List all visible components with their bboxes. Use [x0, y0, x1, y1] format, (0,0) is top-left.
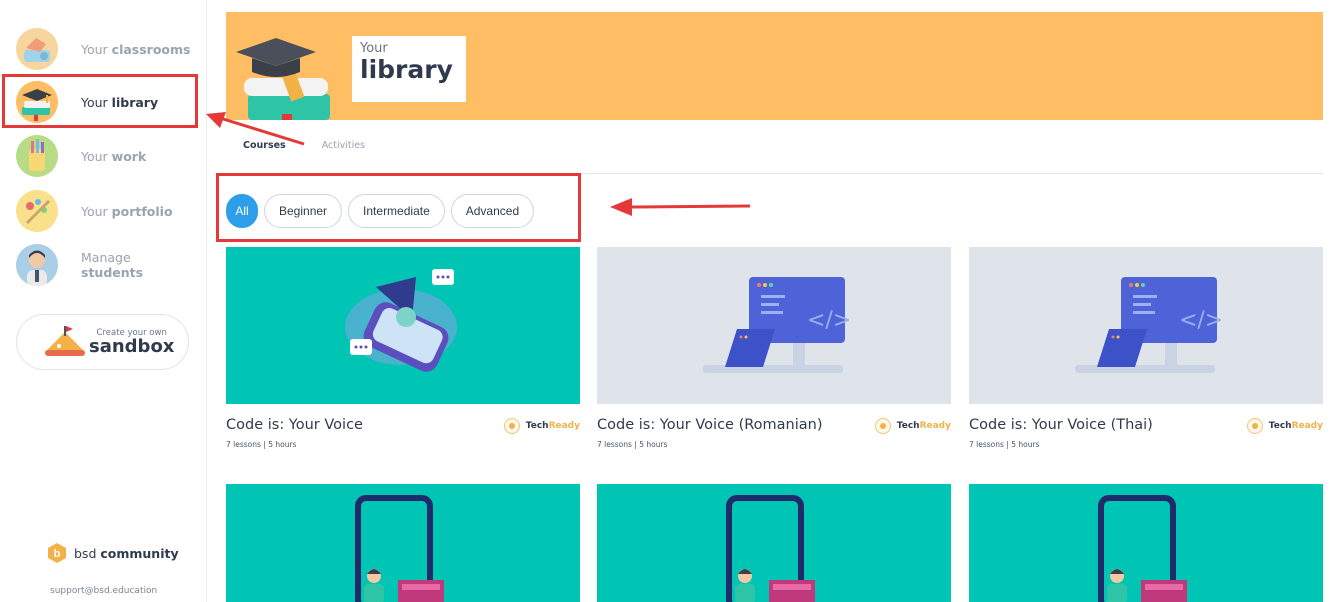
techready-badge: Tech Ready — [503, 418, 580, 434]
support-email-link[interactable]: support@bsd.education — [50, 586, 157, 596]
svg-text:</>: </> — [807, 308, 851, 333]
sidebar-item-label: work — [111, 148, 147, 164]
code-monitor-illustration-icon: </> — [1075, 277, 1223, 373]
sidebar-item-classrooms[interactable]: Your classrooms — [16, 27, 201, 71]
svg-text:</>: </> — [1179, 308, 1223, 333]
phone-student-illustration-icon — [1098, 495, 1187, 602]
course-thumbnail: </> — [597, 247, 951, 404]
sidebar-item-label-prefix: Manage — [81, 250, 131, 265]
create-sandbox-button[interactable]: Create your own sandbox — [16, 314, 189, 370]
course-card[interactable] — [226, 484, 580, 602]
library-banner: Your library — [226, 12, 1323, 120]
brand-ready: Ready — [548, 421, 580, 431]
community-link[interactable]: b bsd community — [48, 543, 179, 563]
page-title: library — [360, 55, 453, 84]
techready-logo-icon — [1246, 418, 1263, 434]
tab-bar: Courses Activities — [243, 140, 365, 151]
brand-tech: Tech — [1268, 421, 1292, 431]
banner-subtitle: Your — [360, 41, 388, 56]
sidebar-item-label: classrooms — [111, 41, 191, 57]
community-label: community — [100, 545, 179, 561]
brand-ready: Ready — [1291, 421, 1323, 431]
course-meta: 7 lessons | 5 hours — [597, 440, 668, 449]
filters-highlight-box — [216, 173, 581, 242]
graduation-cap-icon — [236, 38, 330, 120]
techready-badge: Tech Ready — [874, 418, 951, 434]
brand-tech: Tech — [896, 421, 920, 431]
annotation-arrow-left-icon — [610, 198, 751, 216]
techready-badge: Tech Ready — [1246, 418, 1323, 434]
library-highlight-box — [2, 74, 198, 128]
sidebar-item-manage-students[interactable]: Manage students — [16, 243, 201, 287]
phone-student-illustration-icon — [726, 495, 815, 602]
svg-text:b: b — [54, 548, 61, 560]
sidebar-item-portfolio[interactable]: Your portfolio — [16, 189, 201, 233]
course-meta: 7 lessons | 5 hours — [969, 440, 1040, 449]
sidebar-item-label-prefix: Your — [81, 41, 112, 57]
course-thumbnail — [226, 247, 580, 404]
course-card[interactable]: Code is: Your Voice 7 lessons | 5 hours … — [226, 247, 580, 449]
megaphone-phone-illustration-icon — [345, 269, 457, 372]
brand-tech: Tech — [525, 421, 549, 431]
course-thumbnail: </> — [969, 247, 1323, 404]
sidebar-item-label-prefix: Your — [81, 148, 112, 164]
bsd-logo-icon: b — [48, 543, 66, 563]
sidebar-item-label: students — [81, 265, 144, 280]
students-avatar-icon — [16, 244, 58, 286]
tab-courses[interactable]: Courses — [243, 140, 286, 151]
course-card[interactable]: </> Code is: Your Voice (Romanian) 7 les… — [597, 247, 951, 449]
sandbox-icon — [45, 326, 85, 356]
course-card[interactable] — [597, 484, 951, 602]
sandbox-title: sandbox — [89, 336, 175, 357]
classrooms-avatar-icon — [16, 28, 58, 70]
brand-ready: Ready — [919, 421, 951, 431]
tab-activities[interactable]: Activities — [322, 140, 365, 151]
techready-logo-icon — [503, 418, 520, 434]
community-label-prefix: bsd — [74, 545, 101, 561]
banner-title-card: Your library — [352, 36, 466, 102]
techready-logo-icon — [874, 418, 891, 434]
work-avatar-icon — [16, 135, 58, 177]
course-meta: 7 lessons | 5 hours — [226, 440, 297, 449]
phone-student-illustration-icon — [355, 495, 444, 602]
sidebar-item-label: portfolio — [111, 203, 173, 219]
sidebar-item-work[interactable]: Your work — [16, 134, 201, 178]
course-card[interactable] — [969, 484, 1323, 602]
code-monitor-illustration-icon: </> — [703, 277, 851, 373]
portfolio-avatar-icon — [16, 190, 58, 232]
sidebar-item-label-prefix: Your — [81, 203, 112, 219]
course-card[interactable]: </> Code is: Your Voice (Thai) 7 lessons… — [969, 247, 1323, 449]
